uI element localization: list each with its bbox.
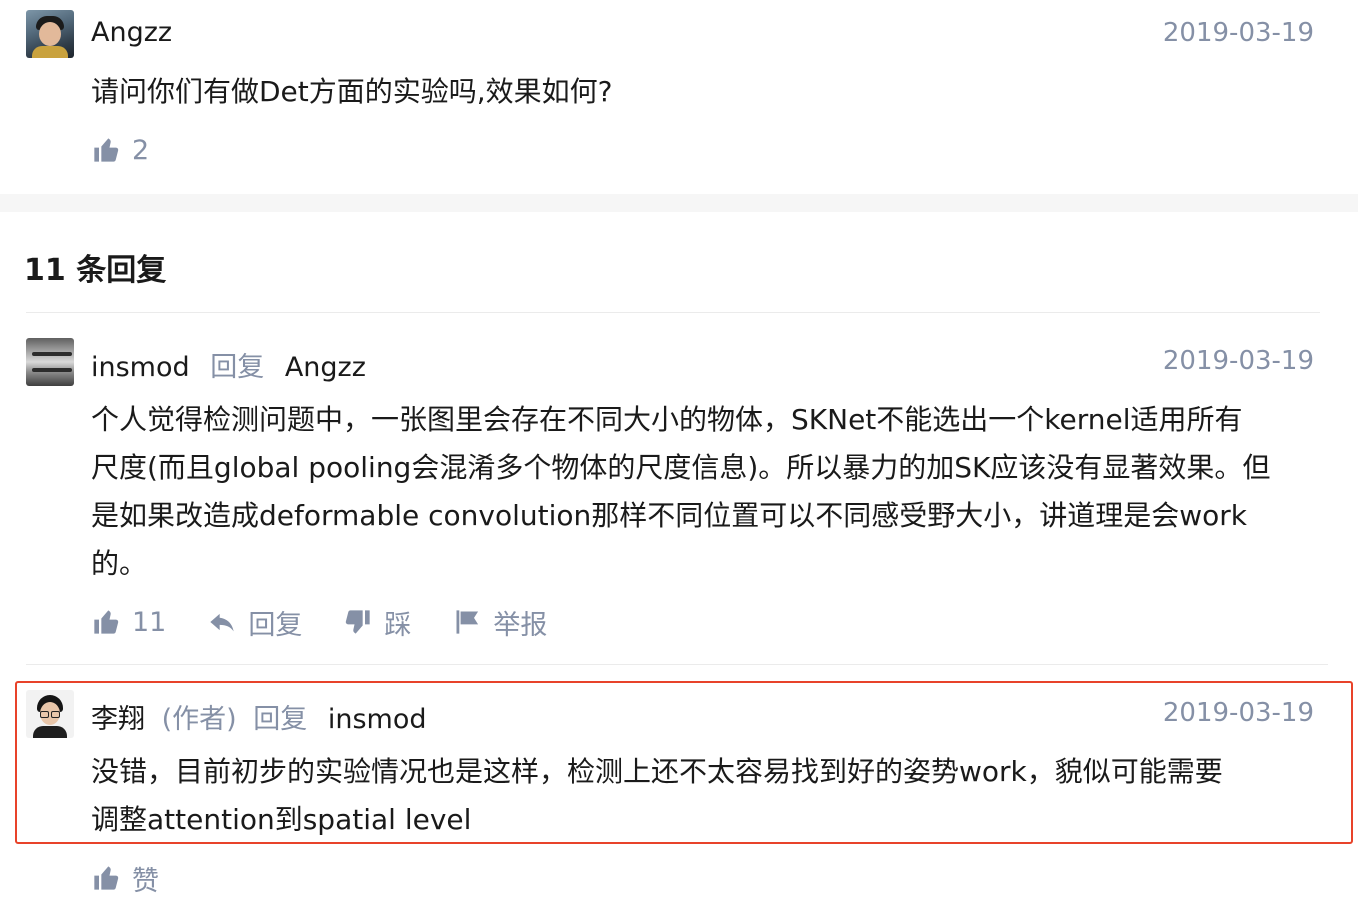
section-separator <box>0 194 1358 212</box>
reply-arrow-icon <box>210 613 235 632</box>
reply-text: 没错，目前初步的实验情况也是这样，检测上还不太容易找到好的姿势work，貌似可能… <box>91 748 1331 844</box>
reply-date: 2019-03-19 <box>1162 346 1314 376</box>
reply-target[interactable]: Angzz <box>285 352 366 383</box>
avatar-angzz[interactable] <box>26 10 74 58</box>
thumbs-down-icon <box>346 610 371 634</box>
thumbs-up-icon <box>94 138 119 162</box>
reply-word: 回复 <box>210 352 265 383</box>
avatar-lixiang[interactable] <box>26 690 74 738</box>
comment-author[interactable]: Angzz <box>91 17 172 48</box>
thumbs-up-icon <box>94 866 119 890</box>
dislike-button[interactable]: 踩 <box>344 603 411 642</box>
reply-date: 2019-03-19 <box>1162 698 1314 728</box>
like-label: 赞 <box>132 865 159 897</box>
like-count: 2 <box>132 134 150 166</box>
report-label: 举报 <box>493 609 548 641</box>
reply-header: 李翔 (作者) 回复 insmod <box>91 697 427 736</box>
reply-text-line: 调整attention到spatial level <box>91 803 472 836</box>
reply-text: 个人觉得检测问题中，一张图里会存在不同大小的物体，SKNet不能选出一个kern… <box>91 396 1331 588</box>
reply-target[interactable]: insmod <box>328 704 427 735</box>
like-count: 11 <box>132 606 167 638</box>
reply-word: 回复 <box>253 704 308 735</box>
dislike-label: 踩 <box>384 609 412 641</box>
reply-text-line: 个人觉得检测问题中，一张图里会存在不同大小的物体，SKNet不能选出一个kern… <box>91 403 1243 436</box>
report-button[interactable]: 举报 <box>453 603 547 642</box>
reply-actions: 11 回复 踩 举报 <box>92 603 589 642</box>
comment-date: 2019-03-19 <box>1162 18 1314 48</box>
reply-label: 回复 <box>248 609 303 641</box>
divider <box>26 664 1328 665</box>
author-tag: (作者) <box>161 704 237 735</box>
avatar-insmod[interactable] <box>26 338 74 386</box>
divider <box>26 312 1320 313</box>
thumbs-up-icon <box>94 610 119 634</box>
reply-text-line: 的。 <box>91 547 148 580</box>
reply-header: insmod 回复 Angzz <box>91 345 366 384</box>
reply-author[interactable]: 李翔 <box>91 704 145 735</box>
flag-icon <box>456 610 479 634</box>
reply-text-line: 没错，目前初步的实验情况也是这样，检测上还不太容易找到好的姿势work，貌似可能… <box>91 755 1223 788</box>
comment-text: 请问你们有做Det方面的实验吗,效果如何? <box>91 75 613 108</box>
reply-text-line: 是如果改造成deformable convolution那样不同位置可以不同感受… <box>91 499 1248 532</box>
reply-text-line: 尺度(而且global pooling会混淆多个物体的尺度信息)。所以暴力的加S… <box>91 451 1271 484</box>
reply-author[interactable]: insmod <box>91 352 190 383</box>
comment-actions: 2 <box>92 132 191 168</box>
like-button[interactable]: 赞 <box>92 859 159 898</box>
reply-actions: 赞 <box>92 859 201 898</box>
like-button[interactable]: 11 <box>92 607 166 638</box>
reply-button[interactable]: 回复 <box>208 603 302 642</box>
like-button[interactable]: 2 <box>92 135 149 166</box>
replies-header: 11 条回复 <box>24 253 167 288</box>
